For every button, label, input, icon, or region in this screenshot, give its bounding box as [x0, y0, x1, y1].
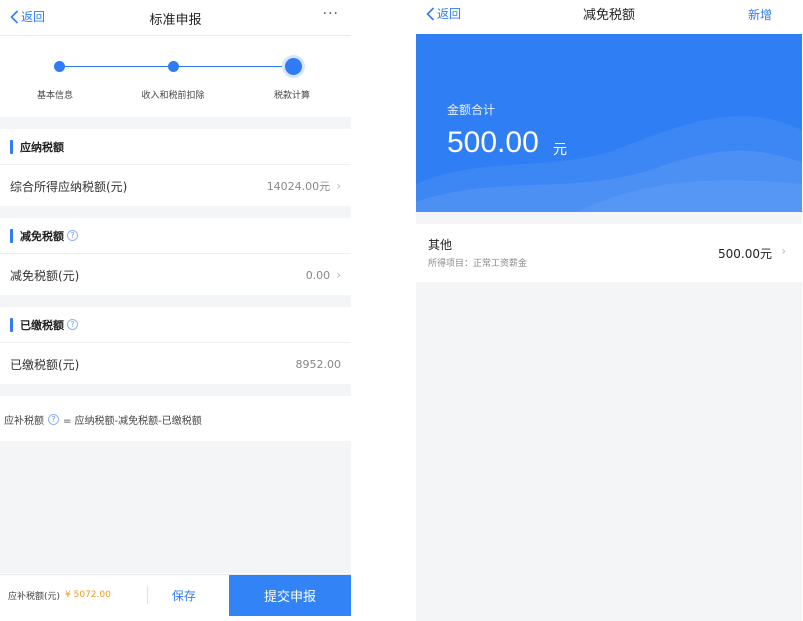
row-label: 综合所得应纳税额(元): [10, 179, 128, 194]
chevron-left-icon: [10, 9, 19, 24]
standard-filing-screen: 返回 标准申报 ··· 基本信息 收入和税前扣除 税款计算 应纳税额 综合所得应…: [0, 0, 351, 621]
row-label: 减免税额(元): [10, 268, 80, 283]
divider: [0, 384, 351, 396]
bottom-action-bar: 应补税额(元) ¥ 5072.00 保存 提交申报: [0, 574, 351, 616]
list-item-relief[interactable]: 其他 所得项目：正常工资薪金 500.00元 ›: [416, 224, 802, 282]
tax-formula: 应补税额 ? = 应纳税额-减免税额-已缴税额: [4, 412, 202, 427]
step-dot-income: [168, 61, 179, 72]
wave-decoration: [416, 116, 802, 212]
back-button[interactable]: 返回: [426, 5, 461, 22]
divider: [0, 295, 351, 307]
due-value: ¥ 5072.00: [65, 590, 111, 600]
step-label-income[interactable]: 收入和税前扣除: [141, 88, 204, 101]
back-button[interactable]: 返回: [10, 8, 45, 25]
save-button[interactable]: 保存: [172, 587, 196, 604]
chevron-right-icon: ›: [781, 244, 786, 258]
back-label: 返回: [21, 10, 46, 24]
page-title: 减免税额: [582, 8, 635, 23]
total-unit: 元: [553, 142, 567, 158]
chevron-right-icon: ›: [336, 268, 341, 282]
help-icon[interactable]: ?: [67, 319, 78, 330]
row-value: 8952.00: [295, 357, 342, 371]
formula-expression: = 应纳税额-减免税额-已缴税额: [63, 416, 202, 427]
due-label: 应补税额(元): [8, 591, 61, 602]
section-marker: [10, 228, 13, 243]
nav-bar: 返回 减免税额 新增: [416, 0, 802, 34]
progress-steps: 基本信息 收入和税前扣除 税款计算: [0, 37, 351, 117]
divider: [0, 206, 351, 218]
row-value: 0.00: [305, 268, 331, 282]
tax-relief-screen: 返回 减免税额 新增 金额合计 500.00 元 其他 所得项目：正常工资薪金 …: [416, 0, 802, 621]
empty-area: [0, 441, 351, 573]
section-title: 减免税额: [20, 229, 64, 243]
more-icon[interactable]: ···: [323, 6, 339, 22]
row-value-wrap: 14024.00元 ›: [267, 178, 341, 194]
item-subtitle: 所得项目：正常工资薪金: [428, 259, 528, 269]
row-tax-payable[interactable]: 综合所得应纳税额(元) 14024.00元 ›: [0, 166, 351, 206]
row-label: 已缴税额(元): [10, 357, 80, 372]
help-icon[interactable]: ?: [48, 414, 59, 425]
row-tax-paid: 已缴税额(元) 8952.00: [0, 344, 351, 384]
chevron-left-icon: [426, 6, 435, 21]
section-header-tax-paid: 已缴税额 ?: [0, 307, 351, 343]
row-value-wrap: 0.00 ›: [306, 268, 341, 282]
total-label: 金额合计: [447, 103, 496, 117]
page-title: 标准申报: [149, 13, 202, 28]
section-title: 已缴税额: [20, 318, 64, 332]
step-dot-basic-info: [54, 61, 65, 72]
divider: [0, 117, 351, 129]
section-marker: [10, 139, 13, 154]
total-amount: 500.00: [447, 126, 539, 159]
submit-button[interactable]: 提交申报: [229, 575, 351, 616]
row-value: 14024.00元: [266, 180, 331, 193]
section-header-tax-relief: 减免税额 ?: [0, 218, 351, 254]
separator: [146, 586, 148, 604]
total-amount-banner: 金额合计 500.00 元: [416, 34, 802, 212]
add-button[interactable]: 新增: [748, 6, 772, 23]
item-value: 500.00元: [718, 247, 772, 261]
section-marker: [10, 317, 13, 332]
section-header-tax-payable: 应纳税额: [0, 129, 351, 165]
nav-bar: 返回 标准申报 ···: [0, 0, 351, 36]
item-title: 其他: [428, 238, 453, 252]
step-label-basic-info[interactable]: 基本信息: [37, 88, 73, 101]
chevron-right-icon: ›: [336, 179, 341, 193]
row-tax-relief[interactable]: 减免税额(元) 0.00 ›: [0, 255, 351, 295]
step-dot-tax-calc: [285, 58, 302, 75]
step-label-tax-calc[interactable]: 税款计算: [274, 88, 310, 101]
help-icon[interactable]: ?: [67, 230, 78, 241]
back-label: 返回: [437, 7, 462, 21]
section-title: 应纳税额: [20, 140, 64, 154]
formula-label: 应补税额: [4, 416, 44, 427]
row-value-wrap: 8952.00: [296, 358, 342, 371]
